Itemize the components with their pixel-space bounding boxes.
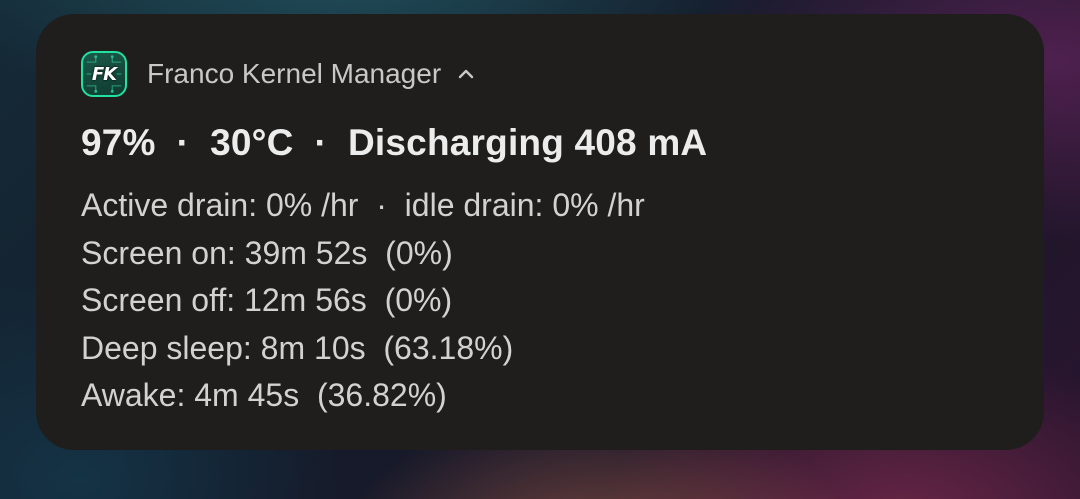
app-icon-label: FK — [91, 63, 117, 85]
drain-rate-line: Active drain: 0% /hr · idle drain: 0% /h… — [81, 187, 645, 223]
app-icon: FK — [81, 51, 127, 97]
screen-on-line: Screen on: 39m 52s (0%) — [81, 234, 453, 271]
notification-body: Active drain: 0% /hr · idle drain: 0% /h… — [81, 182, 645, 420]
notification-title: 97% · 30°C · Discharging 408 mA — [81, 122, 708, 163]
chevron-up-icon[interactable] — [455, 63, 477, 85]
deep-sleep-line: Deep sleep: 8m 10s (63.18%) — [81, 329, 514, 366]
app-name: Franco Kernel Manager — [147, 58, 442, 89]
awake-line: Awake: 4m 45s (36.82%) — [81, 377, 447, 413]
notification-card[interactable]: FK Franco Kernel Manager 97% · 30°C · Di… — [36, 14, 1044, 450]
notification-header[interactable]: FK Franco Kernel Manager — [81, 51, 477, 97]
screen-off-line: Screen off: 12m 56s (0%) — [81, 282, 453, 318]
